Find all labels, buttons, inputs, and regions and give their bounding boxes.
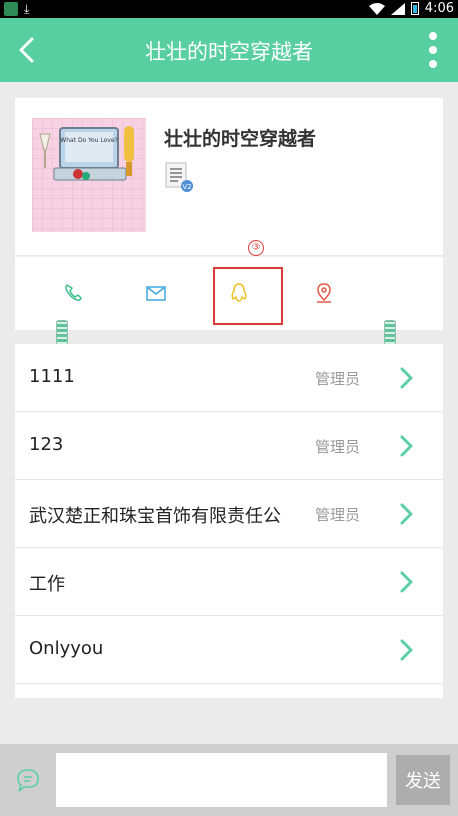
location-icon[interactable]: [313, 282, 335, 304]
annotation-marker: ③: [248, 240, 264, 256]
phone-icon[interactable]: [62, 282, 84, 304]
avatar-text: What Do You Love?: [60, 137, 117, 144]
group-avatar[interactable]: What Do You Love?: [32, 118, 146, 232]
member-name: 123: [29, 434, 64, 455]
member-role: 管理员: [315, 370, 361, 388]
member-name: 工作: [29, 574, 65, 595]
highlight-box: [213, 267, 283, 325]
app-toolbar: 壮壮的时空穿越者: [0, 18, 458, 82]
chevron-right-icon: [400, 503, 413, 525]
chevron-right-icon: [400, 571, 413, 593]
chat-bubble-icon[interactable]: [14, 766, 42, 794]
list-item[interactable]: Onlyyou: [15, 616, 443, 684]
more-vert-icon[interactable]: [426, 30, 440, 70]
member-list: 1111 管理员 123 管理员 武汉楚正和珠宝首饰有限责任公 管理员 工作 O…: [15, 344, 443, 698]
document-icon[interactable]: V2: [164, 162, 194, 192]
svg-text:V2: V2: [182, 183, 191, 191]
list-item[interactable]: 1111 管理员: [15, 344, 443, 412]
message-input[interactable]: [56, 753, 387, 807]
chevron-right-icon: [400, 367, 413, 389]
group-profile-card: What Do You Love? 壮壮的时空穿越者 V2: [15, 98, 443, 255]
member-name: Onlyyou: [29, 638, 104, 659]
signal-icon: [390, 2, 405, 15]
list-item[interactable]: 123 管理员: [15, 412, 443, 480]
member-name: 1111: [29, 366, 75, 387]
list-item[interactable]: 武汉楚正和珠宝首饰有限责任公 管理员: [15, 480, 443, 548]
download-icon: ⤓: [24, 2, 30, 16]
wifi-icon: [368, 2, 385, 15]
status-bar: ⤓ 4:06: [0, 0, 458, 18]
app-icon: [4, 2, 18, 16]
chevron-right-icon: [400, 435, 413, 457]
member-role: 管理员: [315, 506, 361, 524]
group-name: 壮壮的时空穿越者: [164, 128, 317, 150]
message-input-bar: 发送: [0, 744, 458, 816]
mail-icon[interactable]: [145, 282, 167, 304]
list-item[interactable]: 工作: [15, 548, 443, 616]
chevron-right-icon: [400, 639, 413, 661]
status-time: 4:06: [424, 1, 454, 16]
member-role: 管理员: [315, 438, 361, 456]
page-title: 壮壮的时空穿越者: [145, 40, 313, 64]
contact-icons-row: [15, 256, 443, 330]
send-button[interactable]: 发送: [396, 755, 450, 805]
member-name: 武汉楚正和珠宝首饰有限责任公: [29, 506, 281, 527]
battery-icon: [410, 2, 419, 15]
